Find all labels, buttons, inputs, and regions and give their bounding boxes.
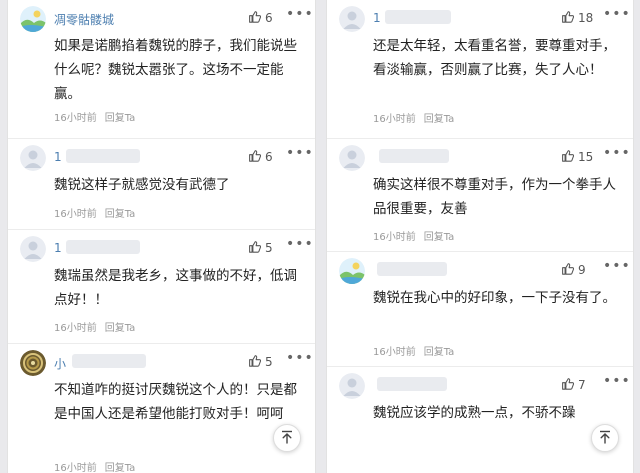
like-count: 5 — [265, 355, 273, 369]
username-redaction — [385, 10, 451, 24]
more-options-icon[interactable]: ••• — [286, 236, 314, 252]
like-button[interactable]: 5 — [248, 354, 273, 370]
comment-text: 确实这样很不尊重对手，作为一个拳手人品很重要，友善 — [373, 177, 616, 217]
more-options-icon[interactable]: ••• — [286, 350, 314, 366]
like-count: 18 — [578, 11, 594, 25]
landscape-avatar[interactable] — [20, 6, 46, 32]
landscape-avatar[interactable] — [339, 258, 365, 284]
comment-time: 16小时前 — [54, 209, 97, 220]
comment-username[interactable]: 小 — [54, 355, 66, 372]
like-button[interactable]: 6 — [248, 149, 273, 165]
like-count: 15 — [578, 150, 594, 164]
comment-meta: 16小时前 回复Ta — [373, 110, 454, 125]
comment-item: 7 ••• 魏锐应该学的成熟一点，不骄不躁 — [327, 367, 633, 473]
comment-username[interactable]: 凋零骷髅城 — [54, 11, 114, 28]
comment-meta: 16小时前 回复Ta — [54, 459, 135, 473]
like-count: 6 — [265, 11, 273, 25]
like-count: 5 — [265, 241, 273, 255]
default-avatar[interactable] — [339, 145, 365, 171]
comment-item: 凋零骷髅城 6 ••• 如果是诺鹏掐着魏锐的脖子，我们能说些什么呢？魏锐太嚣张了。这场… — [8, 0, 315, 139]
comment-time: 16小时前 — [373, 232, 416, 243]
comment-meta: 16小时前 回复Ta — [54, 205, 135, 220]
more-options-icon[interactable]: ••• — [603, 145, 631, 161]
more-options-icon[interactable]: ••• — [286, 145, 314, 161]
comment-time: 16小时前 — [54, 323, 97, 334]
more-options-icon[interactable]: ••• — [603, 6, 631, 22]
reply-link[interactable]: 回复Ta — [105, 323, 136, 334]
thumbs-up-icon — [248, 354, 262, 370]
comment-username[interactable]: 1 — [54, 241, 62, 255]
like-button[interactable]: 6 — [248, 10, 273, 26]
default-avatar[interactable] — [339, 6, 365, 32]
comment-username[interactable]: 1 — [373, 11, 381, 25]
comment-time: 16小时前 — [54, 463, 97, 473]
comment-meta: 16小时前 回复Ta — [373, 228, 454, 243]
comment-item: 1 6 ••• 魏锐这样子就感觉没有武德了 16小时前 回复Ta — [8, 139, 315, 230]
username-redaction — [377, 262, 447, 276]
comment-time: 16小时前 — [373, 114, 416, 125]
thumbs-up-icon — [561, 377, 575, 393]
thumbs-up-icon — [248, 240, 262, 256]
thumbs-up-icon — [561, 262, 575, 278]
comment-item: 9 ••• 魏锐在我心中的好印象，一下子没有了。 16小时前 回复Ta — [327, 252, 633, 367]
reply-link[interactable]: 回复Ta — [424, 114, 455, 125]
thumbs-up-icon — [248, 10, 262, 26]
username-redaction — [377, 377, 447, 391]
comment-time: 16小时前 — [373, 347, 416, 358]
more-options-icon[interactable]: ••• — [603, 373, 631, 389]
username-redaction — [379, 149, 449, 163]
comment-text: 魏瑞虽然是我老乡，这事做的不好，低调点好！！ — [54, 268, 297, 308]
comment-text: 还是太年轻，太看重名誉，要尊重对手，看淡输赢，否则赢了比赛，失了人心！ — [373, 38, 616, 78]
username-redaction — [72, 354, 146, 368]
thumbs-up-icon — [561, 10, 575, 26]
comment-time: 16小时前 — [54, 113, 97, 124]
comment-username[interactable]: 1 — [54, 150, 62, 164]
spiral-avatar[interactable] — [20, 350, 46, 376]
comment-text: 魏锐这样子就感觉没有武德了 — [54, 177, 230, 193]
comment-text: 如果是诺鹏掐着魏锐的脖子，我们能说些什么呢？魏锐太嚣张了。这场不一定能赢。 — [54, 38, 297, 102]
like-button[interactable]: 5 — [248, 240, 273, 256]
left-comment-column: 凋零骷髅城 6 ••• 如果是诺鹏掐着魏锐的脖子，我们能说些什么呢？魏锐太嚣张了。这场… — [7, 0, 316, 473]
more-options-icon[interactable]: ••• — [603, 258, 631, 274]
arrow-up-icon — [280, 429, 294, 448]
like-button[interactable]: 7 — [561, 377, 586, 393]
like-count: 7 — [578, 378, 586, 392]
like-count: 9 — [578, 263, 586, 277]
comment-text: 魏锐在我心中的好印象，一下子没有了。 — [373, 290, 616, 306]
comment-item: 15 ••• 确实这样很不尊重对手，作为一个拳手人品很重要，友善 16小时前 回复Ta — [327, 139, 633, 252]
default-avatar[interactable] — [339, 373, 365, 399]
reply-link[interactable]: 回复Ta — [105, 463, 136, 473]
like-count: 6 — [265, 150, 273, 164]
scroll-to-top-button[interactable] — [591, 424, 619, 452]
comment-item: 1 18 ••• 还是太年轻，太看重名誉，要尊重对手，看淡输赢，否则赢了比赛，失了人心… — [327, 0, 633, 139]
right-comment-column: 1 18 ••• 还是太年轻，太看重名誉，要尊重对手，看淡输赢，否则赢了比赛，失了人心… — [326, 0, 634, 473]
comment-text: 不知道咋的挺讨厌魏锐这个人的！只是都是中国人还是希望他能打败对手！呵呵 — [54, 382, 297, 422]
comment-meta: 16小时前 回复Ta — [54, 109, 135, 124]
thumbs-up-icon — [248, 149, 262, 165]
username-redaction — [66, 240, 140, 254]
scroll-to-top-button[interactable] — [273, 424, 301, 452]
comment-meta: 16小时前 回复Ta — [54, 319, 135, 334]
like-button[interactable]: 18 — [561, 10, 593, 26]
comment-item: 小 5 ••• 不知道咋的挺讨厌魏锐这个人的！只是都是中国人还是希望他能打败对手！呵呵… — [8, 344, 315, 473]
reply-link[interactable]: 回复Ta — [105, 113, 136, 124]
username-redaction — [66, 149, 140, 163]
comment-text: 魏锐应该学的成熟一点，不骄不躁 — [373, 405, 576, 421]
thumbs-up-icon — [561, 149, 575, 165]
reply-link[interactable]: 回复Ta — [424, 232, 455, 243]
comment-item: 1 5 ••• 魏瑞虽然是我老乡，这事做的不好，低调点好！！ 16小时前 回复Ta — [8, 230, 315, 344]
like-button[interactable]: 15 — [561, 149, 593, 165]
default-avatar[interactable] — [20, 236, 46, 262]
like-button[interactable]: 9 — [561, 262, 586, 278]
more-options-icon[interactable]: ••• — [286, 6, 314, 22]
reply-link[interactable]: 回复Ta — [105, 209, 136, 220]
default-avatar[interactable] — [20, 145, 46, 171]
arrow-up-icon — [598, 429, 612, 448]
reply-link[interactable]: 回复Ta — [424, 347, 455, 358]
comment-meta: 16小时前 回复Ta — [373, 343, 454, 358]
